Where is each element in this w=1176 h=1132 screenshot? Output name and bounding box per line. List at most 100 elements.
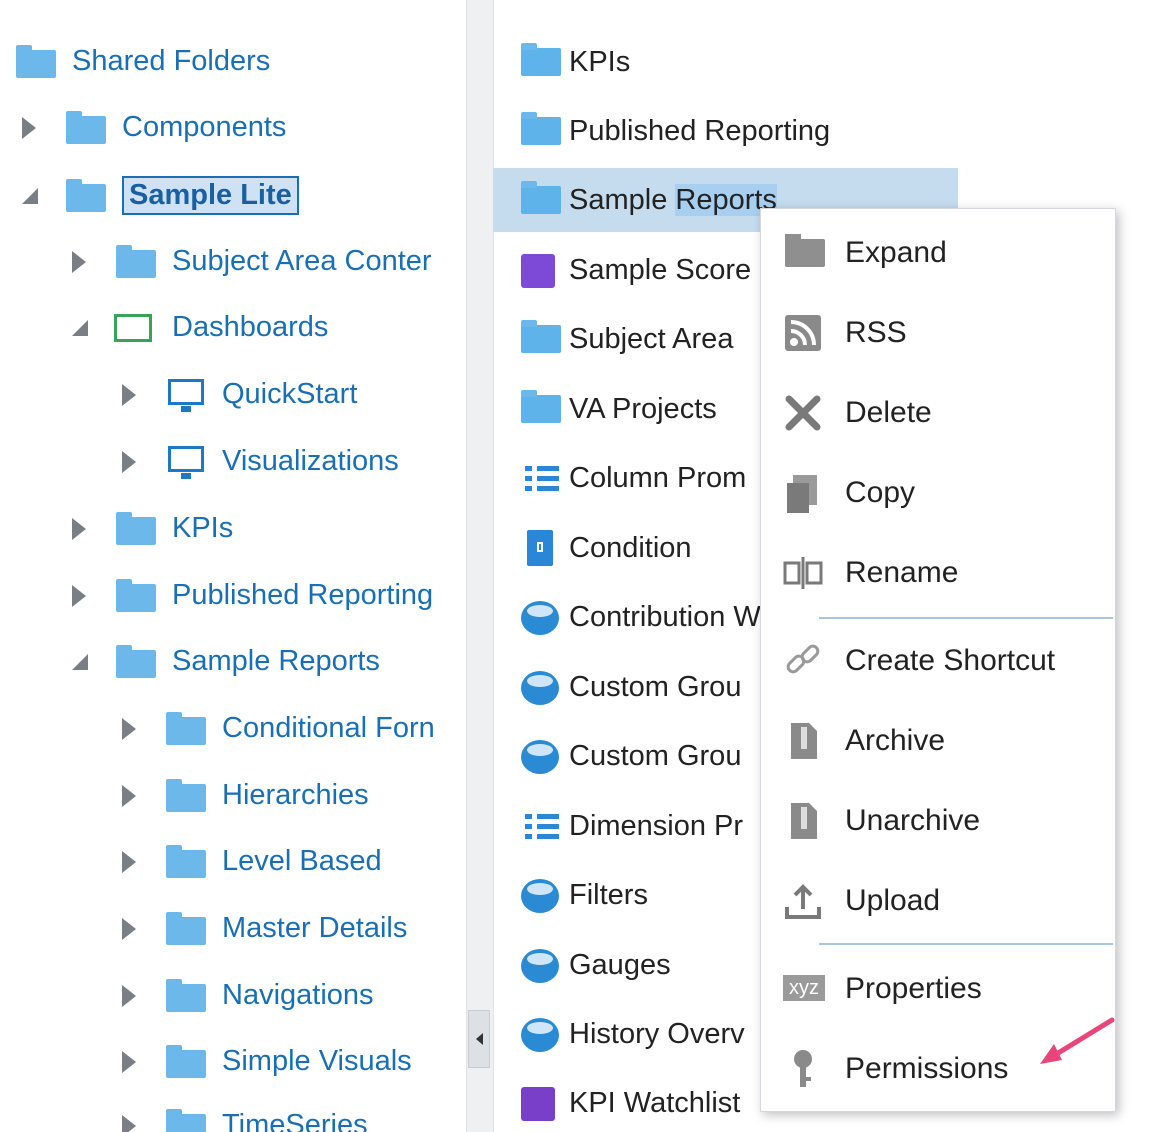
tree-item[interactable]: Level Based xyxy=(0,842,466,882)
tree-item[interactable]: Components xyxy=(0,108,466,148)
tree-item-label: Subject Area Conter xyxy=(172,245,432,277)
tree-item[interactable]: Conditional Forn xyxy=(0,709,466,749)
list-item-label: Dimension Pr xyxy=(569,809,744,842)
menu-item-permissions[interactable]: Permissions xyxy=(761,1039,1115,1099)
folder-icon xyxy=(781,231,825,275)
analysis-shape xyxy=(521,601,559,635)
folder-shape xyxy=(166,979,206,1012)
folder-shape xyxy=(66,111,106,144)
menu-item-rename[interactable]: Rename xyxy=(761,543,1115,603)
analysis-shape xyxy=(521,1018,559,1052)
tree-item[interactable]: Subject Area Conter xyxy=(0,242,466,282)
scorecard-icon xyxy=(519,250,563,290)
menu-item-label: RSS xyxy=(845,316,907,349)
screen-shape xyxy=(168,446,204,479)
condition-shape xyxy=(527,530,553,566)
folder-shape xyxy=(116,245,156,278)
tree-item-label: Conditional Forn xyxy=(222,712,435,744)
tree-item[interactable]: Master Details xyxy=(0,909,466,949)
tree-item-label: Master Details xyxy=(222,912,408,944)
menu-item-label: Properties xyxy=(845,972,982,1005)
tree-item[interactable]: TimeSeries xyxy=(0,1106,466,1132)
menu-item-label: Copy xyxy=(845,476,916,509)
dashboard-folder-icon xyxy=(114,310,158,344)
expand-arrow-icon[interactable] xyxy=(72,251,86,273)
expand-arrow-icon[interactable] xyxy=(122,851,136,873)
tree-item[interactable]: Sample Reports xyxy=(0,642,466,682)
expand-arrow-icon[interactable] xyxy=(122,1051,136,1073)
tree-item[interactable]: Dashboards xyxy=(0,308,466,348)
tree-item[interactable]: KPIs xyxy=(0,509,466,549)
expand-arrow-icon[interactable] xyxy=(122,1115,136,1132)
analysis-icon xyxy=(519,945,563,985)
archive-icon xyxy=(781,719,825,763)
analysis-shape xyxy=(521,671,559,705)
list-item-label-start: Sample xyxy=(569,183,676,216)
tree-item[interactable]: Hierarchies xyxy=(0,776,466,816)
tree-item-label: Level Based xyxy=(222,845,382,877)
tree-item[interactable]: Visualizations xyxy=(0,442,466,482)
folder-tree: Shared Folders Components Sample Lite Subje… xyxy=(0,0,466,1132)
menu-item-upload[interactable]: Upload xyxy=(761,871,1115,931)
folder-shape xyxy=(166,845,206,878)
folder-icon xyxy=(519,111,563,151)
collapse-arrow-icon[interactable] xyxy=(72,320,88,336)
analysis-icon xyxy=(519,667,563,707)
expand-arrow-icon[interactable] xyxy=(22,117,36,139)
collapse-pane-button[interactable] xyxy=(468,1010,490,1068)
menu-item-unarchive[interactable]: Unarchive xyxy=(761,791,1115,851)
folder-icon xyxy=(164,844,208,878)
tree-item[interactable]: Sample Lite xyxy=(0,176,466,216)
expand-arrow-icon[interactable] xyxy=(122,918,136,940)
list-item[interactable]: KPIs xyxy=(493,30,958,94)
expand-arrow-icon[interactable] xyxy=(122,718,136,740)
menu-item-label: Archive xyxy=(845,724,946,757)
unarchive-icon xyxy=(781,799,825,843)
folder-shape xyxy=(166,779,206,812)
expand-arrow-icon[interactable] xyxy=(122,384,136,406)
tree-item-label: Components xyxy=(122,111,287,143)
tree-item[interactable]: Shared Folders xyxy=(0,42,466,82)
expand-arrow-icon[interactable] xyxy=(72,585,86,607)
menu-separator xyxy=(819,617,1113,619)
copy-icon xyxy=(781,471,825,515)
tree-item-label: Navigations xyxy=(222,979,374,1011)
expand-arrow-icon[interactable] xyxy=(72,518,86,540)
pane-splitter[interactable] xyxy=(466,0,494,1132)
tree-item[interactable]: QuickStart xyxy=(0,375,466,415)
expand-arrow-icon[interactable] xyxy=(122,985,136,1007)
menu-item-label: Upload xyxy=(845,884,941,917)
analysis-shape xyxy=(521,740,559,774)
prompt-shape xyxy=(523,810,559,842)
menu-item-expand[interactable]: Expand xyxy=(761,223,1115,283)
list-item-label: Published Reporting xyxy=(569,114,831,147)
expand-arrow-icon[interactable] xyxy=(122,785,136,807)
menu-item-delete[interactable]: Delete xyxy=(761,383,1115,443)
menu-item-label: Delete xyxy=(845,396,932,429)
list-item[interactable]: Published Reporting xyxy=(493,99,958,163)
folder-shape xyxy=(116,579,156,612)
folder-shape xyxy=(116,512,156,545)
menu-item-properties[interactable]: xyz Properties xyxy=(761,959,1115,1019)
analysis-icon xyxy=(519,597,563,637)
tree-item-label: Dashboards xyxy=(172,311,329,343)
tree-item[interactable]: Navigations xyxy=(0,976,466,1016)
upload-icon xyxy=(781,879,825,923)
folder-shape xyxy=(166,1109,206,1132)
folder-shape xyxy=(521,112,561,145)
tree-item[interactable]: Published Reporting xyxy=(0,576,466,616)
menu-item-archive[interactable]: Archive xyxy=(761,711,1115,771)
folder-shape xyxy=(521,43,561,76)
menu-item-copy[interactable]: Copy xyxy=(761,463,1115,523)
tree-item[interactable]: Simple Visuals xyxy=(0,1042,466,1082)
menu-item-create-shortcut[interactable]: Create Shortcut xyxy=(761,631,1115,691)
folder-shape xyxy=(521,320,561,353)
folder-shape xyxy=(166,712,206,745)
expand-arrow-icon[interactable] xyxy=(122,451,136,473)
menu-item-rss[interactable]: RSS xyxy=(761,303,1115,363)
folder-icon xyxy=(519,180,563,220)
collapse-arrow-icon[interactable] xyxy=(72,654,88,670)
folder-shape xyxy=(16,45,56,78)
collapse-arrow-icon[interactable] xyxy=(22,188,38,204)
condition-icon xyxy=(519,528,563,568)
